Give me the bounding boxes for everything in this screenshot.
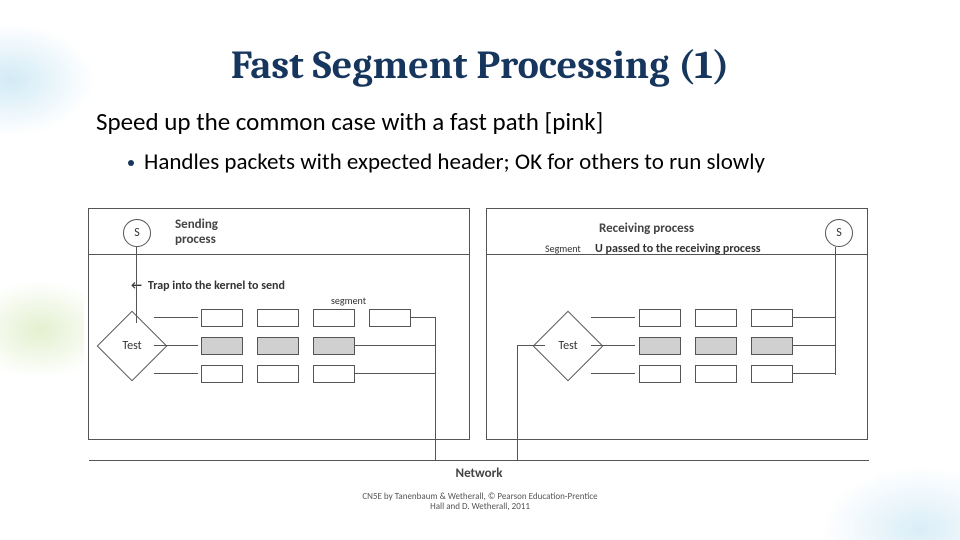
send-proc-label: Sending process [175, 217, 218, 247]
blk [257, 309, 299, 327]
arrow [517, 345, 545, 346]
blk-fast [751, 337, 793, 355]
blk [313, 365, 355, 383]
slide-root: Fast Segment Processing (1) Speed up the… [0, 0, 960, 540]
arrow [154, 373, 198, 374]
arrow [136, 247, 137, 323]
send-divider [89, 254, 469, 255]
blk [751, 365, 793, 383]
arrow [411, 317, 435, 318]
bullet-text: Handles packets with expected header; OK… [144, 148, 765, 176]
blk [695, 309, 737, 327]
s-label-right: S [836, 226, 842, 240]
arrow [517, 345, 518, 429]
arrow [355, 345, 435, 346]
arrow [591, 317, 635, 318]
blk [201, 365, 243, 383]
trap-annot: ← Trap into the kernel to send [131, 279, 285, 293]
send-word: Sending [175, 217, 218, 232]
test-label-left: Test [102, 339, 162, 353]
arrow [835, 247, 836, 375]
blk [751, 309, 793, 327]
segment-upper: Segment [545, 242, 581, 255]
blk [639, 309, 681, 327]
arrow [154, 317, 198, 318]
arrow [355, 373, 435, 374]
blk [201, 309, 243, 327]
blk [369, 309, 411, 327]
arrow [591, 345, 635, 346]
diagram-panel: S Sending process ← Trap into the kernel… [84, 205, 874, 481]
s-circle-send: S [123, 219, 151, 247]
intro-text: Speed up the common case with a fast pat… [96, 106, 603, 137]
footer: CN5E by Tanenbaum & Wetherall, © Pearson… [0, 492, 960, 512]
recv-box: Receiving process S Segment U passed to … [486, 208, 868, 440]
blk [639, 365, 681, 383]
bullet-icon [128, 160, 134, 166]
network-line [89, 460, 869, 461]
blk [695, 365, 737, 383]
blk-fast [257, 337, 299, 355]
arrow [591, 373, 635, 374]
blk-fast [201, 337, 243, 355]
segment-lower: segment [331, 294, 366, 307]
arrow [517, 429, 518, 461]
arrow [793, 317, 835, 318]
passed-annot: U passed to the receiving process [595, 242, 761, 256]
s-circle-recv: S [825, 219, 853, 247]
process-word: process [175, 232, 216, 247]
send-box: S Sending process ← Trap into the kernel… [88, 208, 470, 440]
network-label: Network [84, 466, 874, 481]
blk [313, 309, 355, 327]
bullet-row: Handles packets with expected header; OK… [128, 148, 765, 176]
arrow [793, 345, 835, 346]
arrow [154, 345, 198, 346]
blk [257, 365, 299, 383]
blk-fast [695, 337, 737, 355]
slide-title: Fast Segment Processing (1) [0, 42, 960, 88]
test-label-right: Test [538, 339, 598, 353]
recv-proc-label: Receiving process [599, 221, 694, 236]
arrow [435, 317, 436, 429]
trap-text: Trap into the kernel to send [148, 279, 285, 293]
arrow [435, 429, 436, 461]
blk-fast [639, 337, 681, 355]
arrow [793, 373, 835, 374]
s-label-left: S [134, 226, 140, 240]
blk-fast [313, 337, 355, 355]
footer-l2: Hall and D. Wetherall, 2011 [430, 501, 530, 512]
